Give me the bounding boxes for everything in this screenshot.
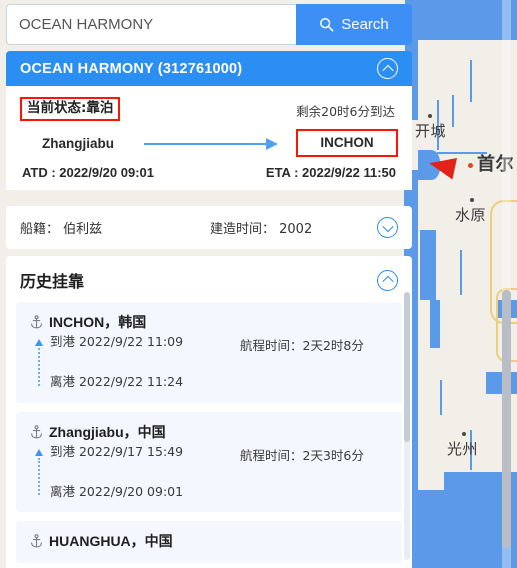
history-list[interactable]: INCHON，韩国 到港 2022/9/22 11:09 离港 2022/9/2… xyxy=(6,302,412,563)
atd-label: ATD : 2022/9/20 09:01 xyxy=(22,165,154,180)
eta-label: ETA : 2022/9/22 11:50 xyxy=(265,165,396,180)
search-bar: Search xyxy=(6,4,412,45)
port-call-history-card: 历史挂靠 INCHON，韩国 到港 2022/9/22 11:09 离港 202… xyxy=(6,256,412,568)
chevron-up-circle-icon[interactable] xyxy=(377,269,398,291)
anchor-icon xyxy=(30,424,43,439)
departure-time: 离港 2022/9/20 09:01 xyxy=(50,483,184,499)
vessel-title-bar[interactable]: OCEAN HARMONY (312761000) xyxy=(6,51,412,86)
map-bay xyxy=(430,300,440,348)
map-river xyxy=(470,60,472,102)
vessel-built-year: 建造时间： 2002 xyxy=(210,222,313,237)
vessel-title: OCEAN HARMONY (312761000) xyxy=(20,60,243,77)
map-city-dot xyxy=(462,432,466,436)
list-item[interactable]: Zhangjiabu，中国 到港 2022/9/17 15:49 离港 2022… xyxy=(16,411,402,512)
remaining-time-label: 剩余20时6分到达 xyxy=(296,104,395,119)
search-input[interactable] xyxy=(6,4,296,45)
arrival-time: 到港 2022/9/17 15:49 xyxy=(50,443,184,459)
map-city-label: 水原 xyxy=(455,206,487,224)
map-city-dot-capital xyxy=(468,163,473,168)
map-city-dot xyxy=(470,198,474,202)
chevron-up-circle-icon[interactable] xyxy=(377,58,398,79)
history-entry-body: 到港 2022/9/17 15:49 离港 2022/9/20 09:01 航程… xyxy=(28,444,390,501)
search-icon xyxy=(319,17,334,32)
departure-port: Zhangjiabu xyxy=(42,135,114,151)
search-button-label: Search xyxy=(341,16,389,33)
chevron-down-circle-icon[interactable] xyxy=(377,217,398,238)
anchor-icon xyxy=(30,315,43,329)
route-row: Zhangjiabu INCHON xyxy=(20,129,398,157)
history-scrollbar-thumb[interactable] xyxy=(404,292,410,442)
search-button[interactable]: Search xyxy=(296,4,412,45)
arrival-time: 到港 2022/9/22 11:09 xyxy=(50,334,184,349)
page-scrollbar-thumb[interactable] xyxy=(502,290,511,548)
vessel-status-card: 当前状态:靠泊 剩余20时6分到达 Zhangjiabu INCHON ATD … xyxy=(6,86,412,190)
vessel-tracking-page: 开城 首尔 水原 光州 Search OC xyxy=(0,0,517,568)
voyage-duration: 航程时间：2天3时6分 xyxy=(240,447,364,463)
history-port-name: HUANGHUA，中国 xyxy=(49,533,173,549)
history-scrollbar[interactable] xyxy=(404,292,410,560)
map-city-dot xyxy=(428,114,432,118)
history-port-row: Zhangjiabu，中国 xyxy=(30,422,390,442)
map-bay xyxy=(420,230,436,300)
list-item[interactable]: HUANGHUA，中国 xyxy=(16,521,402,563)
vessel-details-card: 船籍： 伯利兹 建造时间： 2002 xyxy=(6,206,412,249)
current-status-badge: 当前状态:靠泊 xyxy=(20,97,121,121)
history-header[interactable]: 历史挂靠 xyxy=(6,256,412,302)
arrival-port: INCHON xyxy=(320,135,374,150)
history-title: 历史挂靠 xyxy=(20,272,85,291)
history-port-name: INCHON，韩国 xyxy=(49,314,147,330)
departure-time: 离港 2022/9/22 11:24 xyxy=(50,374,184,390)
vessel-flag: 船籍： 伯利兹 xyxy=(20,222,103,237)
map-city-label: 开城 xyxy=(415,122,447,140)
list-item[interactable]: INCHON，韩国 到港 2022/9/22 11:09 离港 2022/9/2… xyxy=(16,302,402,403)
history-port-row: HUANGHUA，中国 xyxy=(30,531,390,551)
vessel-info-panel: Search OCEAN HARMONY (312761000) 当前状态:靠泊… xyxy=(0,0,412,568)
history-entry-body: 到港 2022/9/22 11:09 离港 2022/9/22 11:24 航程… xyxy=(28,334,390,391)
anchor-icon xyxy=(30,534,43,548)
voyage-duration: 航程时间：2天2时8分 xyxy=(240,338,364,353)
page-scrollbar[interactable] xyxy=(502,0,511,568)
timeline-indicator xyxy=(35,339,43,386)
arrival-port-highlight: INCHON xyxy=(296,129,398,157)
timeline-indicator xyxy=(35,448,43,495)
map-river xyxy=(440,380,442,415)
times-row: ATD : 2022/9/20 09:01 ETA : 2022/9/22 11… xyxy=(20,165,398,180)
history-port-name: Zhangjiabu，中国 xyxy=(49,423,166,440)
history-port-row: INCHON，韩国 xyxy=(30,312,390,332)
route-arrow-icon xyxy=(138,137,296,150)
map-river xyxy=(452,95,454,127)
map-river xyxy=(460,250,462,295)
map-city-label: 光州 xyxy=(447,440,479,458)
status-top-row: 当前状态:靠泊 剩余20时6分到达 xyxy=(20,97,398,122)
